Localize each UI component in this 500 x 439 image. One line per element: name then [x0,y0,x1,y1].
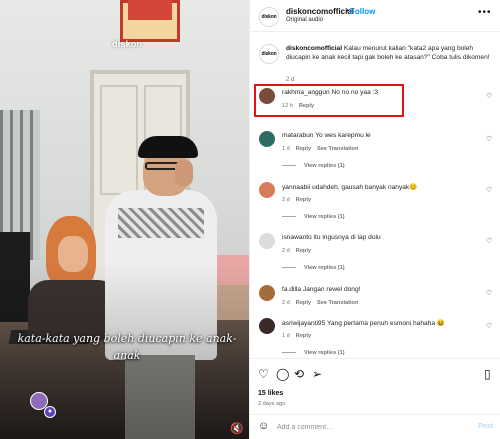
comment-meta: 2 d Reply See Translation [282,300,364,306]
comment-time: 2 d [282,248,290,254]
view-replies-label[interactable]: View replies (1) [304,163,345,169]
more-horizontal-icon[interactable]: ••• [478,7,492,18]
share-icon[interactable]: ⟲ [294,367,304,381]
tag-user-icon[interactable]: ● [44,406,56,418]
header-audio[interactable]: Original audio [286,17,323,23]
post-date: 2 days ago [258,401,286,407]
smiley-icon[interactable]: ☺ [258,420,269,432]
comment-text: asriwijayanti95 Yang pertama penuh esmon… [282,319,482,327]
comment-avatar[interactable] [259,233,275,249]
view-replies-line [282,216,296,218]
heart-icon[interactable]: ♡ [258,367,269,381]
reply-button[interactable]: Reply [296,146,311,152]
comment-time: 2 d [282,197,290,203]
view-replies-button[interactable]: View replies (1) [282,163,345,169]
comment-like-heart-icon[interactable]: ♡ [486,92,492,100]
comment-username[interactable]: isnawanto [282,234,312,241]
follow-button[interactable]: Follow [350,7,375,16]
comment-text: yannaabii udahdeh, gausah banyak nanyak😊 [282,183,482,191]
video-shadow-overlay [0,0,249,439]
post-time: 2 d [286,77,295,83]
comment-input[interactable] [277,421,467,434]
comment-row: isnawanto itu ingusnya di lap dulu 2 d Rep… [250,229,500,261]
comment-username[interactable]: asriwijayanti95 [282,320,325,327]
comment-row: fa.dilla Jangan rewel dong! 2 d Reply See T… [250,281,500,313]
comment-meta: 1 d Reply [282,333,317,339]
comments-list[interactable]: diskon diskoncomofficial Kalau menurut k… [250,32,500,358]
send-icon[interactable]: ➢ [312,367,322,381]
post-author-avatar[interactable]: diskon [259,44,279,64]
reply-button[interactable]: Reply [296,333,311,339]
reply-button[interactable]: Reply [296,197,311,203]
comment-row: matarabun Yo wes karepmu le 1 d Reply See T… [250,127,500,159]
view-replies-label[interactable]: View replies (1) [304,214,345,220]
post-caption: diskoncomofficial Kalau menurut kalian "… [286,44,491,62]
video-caption: kata-kata yang boleh diucapin ke anak-an… [17,332,237,362]
header-separator: • [346,6,349,15]
comment-body: Yang pertama penuh esmoni hahaha 😆 [326,320,446,327]
comment-username[interactable]: fa.dilla [282,286,301,293]
post-panel: diskon diskoncomofficial • Follow Origin… [249,0,500,439]
comment-time: 1 d [282,333,290,339]
see-translation-button[interactable]: See Translation [317,146,358,152]
comment-body: itu ingusnya di lap dulu [313,234,381,241]
view-replies-button[interactable]: View replies (1) [282,214,345,220]
view-replies-label[interactable]: View replies (1) [304,265,345,271]
comment-like-heart-icon[interactable]: ♡ [486,289,492,297]
comment-row: yannaabii udahdeh, gausah banyak nanyak😊… [250,178,500,210]
post-button[interactable]: Post [478,423,493,430]
reply-button[interactable]: Reply [296,300,311,306]
comment-avatar[interactable] [259,131,275,147]
highlight-box [254,84,404,117]
comment-like-heart-icon[interactable]: ♡ [486,186,492,194]
header-avatar[interactable]: diskon [259,7,279,27]
view-replies-line [282,352,296,354]
view-replies-label[interactable]: View replies (1) [304,350,345,356]
comment-body: udahdeh, gausah banyak nanyak😊 [312,184,418,191]
comment-meta: 2 d Reply [282,197,317,203]
view-replies-button[interactable]: View replies (1) [282,350,345,356]
action-bar: ♡ ◯ ⟲ ➢ ▯ 15 likes 2 days ago [250,358,500,414]
see-translation-button[interactable]: See Translation [317,300,358,306]
muted-speaker-icon[interactable]: 🔇 [230,422,244,435]
bookmark-icon[interactable]: ▯ [484,367,491,381]
reply-button[interactable]: Reply [296,248,311,254]
comment-body: Jangan rewel dong! [302,286,361,293]
post-author[interactable]: diskoncomofficial [286,45,342,52]
view-replies-button[interactable]: View replies (1) [282,265,345,271]
comment-meta: 2 d Reply [282,248,317,254]
comment-meta: 1 d Reply See Translation [282,146,364,152]
comment-composer: ☺ Post [250,414,500,439]
comment-row: asriwijayanti95 Yang pertama penuh esmon… [250,314,500,346]
header-username[interactable]: diskoncomofficial [286,7,354,16]
comment-text: matarabun Yo wes karepmu le [282,132,482,139]
comment-avatar[interactable] [259,318,275,334]
likes-count[interactable]: 15 likes [258,390,283,397]
view-replies-line [282,165,296,167]
post-header: diskon diskoncomofficial • Follow Origin… [250,0,500,32]
comment-username[interactable]: yannaabii [282,184,310,191]
comment-icon[interactable]: ◯ [276,367,289,381]
comment-like-heart-icon[interactable]: ♡ [486,237,492,245]
comment-avatar[interactable] [259,285,275,301]
video-player[interactable]: diskon kata-kata yang boleh diucapin ke … [0,0,249,439]
comment-body: Yo wes karepmu le [315,132,371,139]
video-watermark: diskon [112,39,143,49]
comment-time: 2 d [282,300,290,306]
comment-text: fa.dilla Jangan rewel dong! [282,286,482,293]
comment-username[interactable]: matarabun [282,132,314,139]
comment-avatar[interactable] [259,182,275,198]
view-replies-line [282,267,296,269]
comment-text: isnawanto itu ingusnya di lap dulu [282,234,482,241]
comment-like-heart-icon[interactable]: ♡ [486,135,492,143]
comment-time: 1 d [282,146,290,152]
comment-like-heart-icon[interactable]: ♡ [486,322,492,330]
